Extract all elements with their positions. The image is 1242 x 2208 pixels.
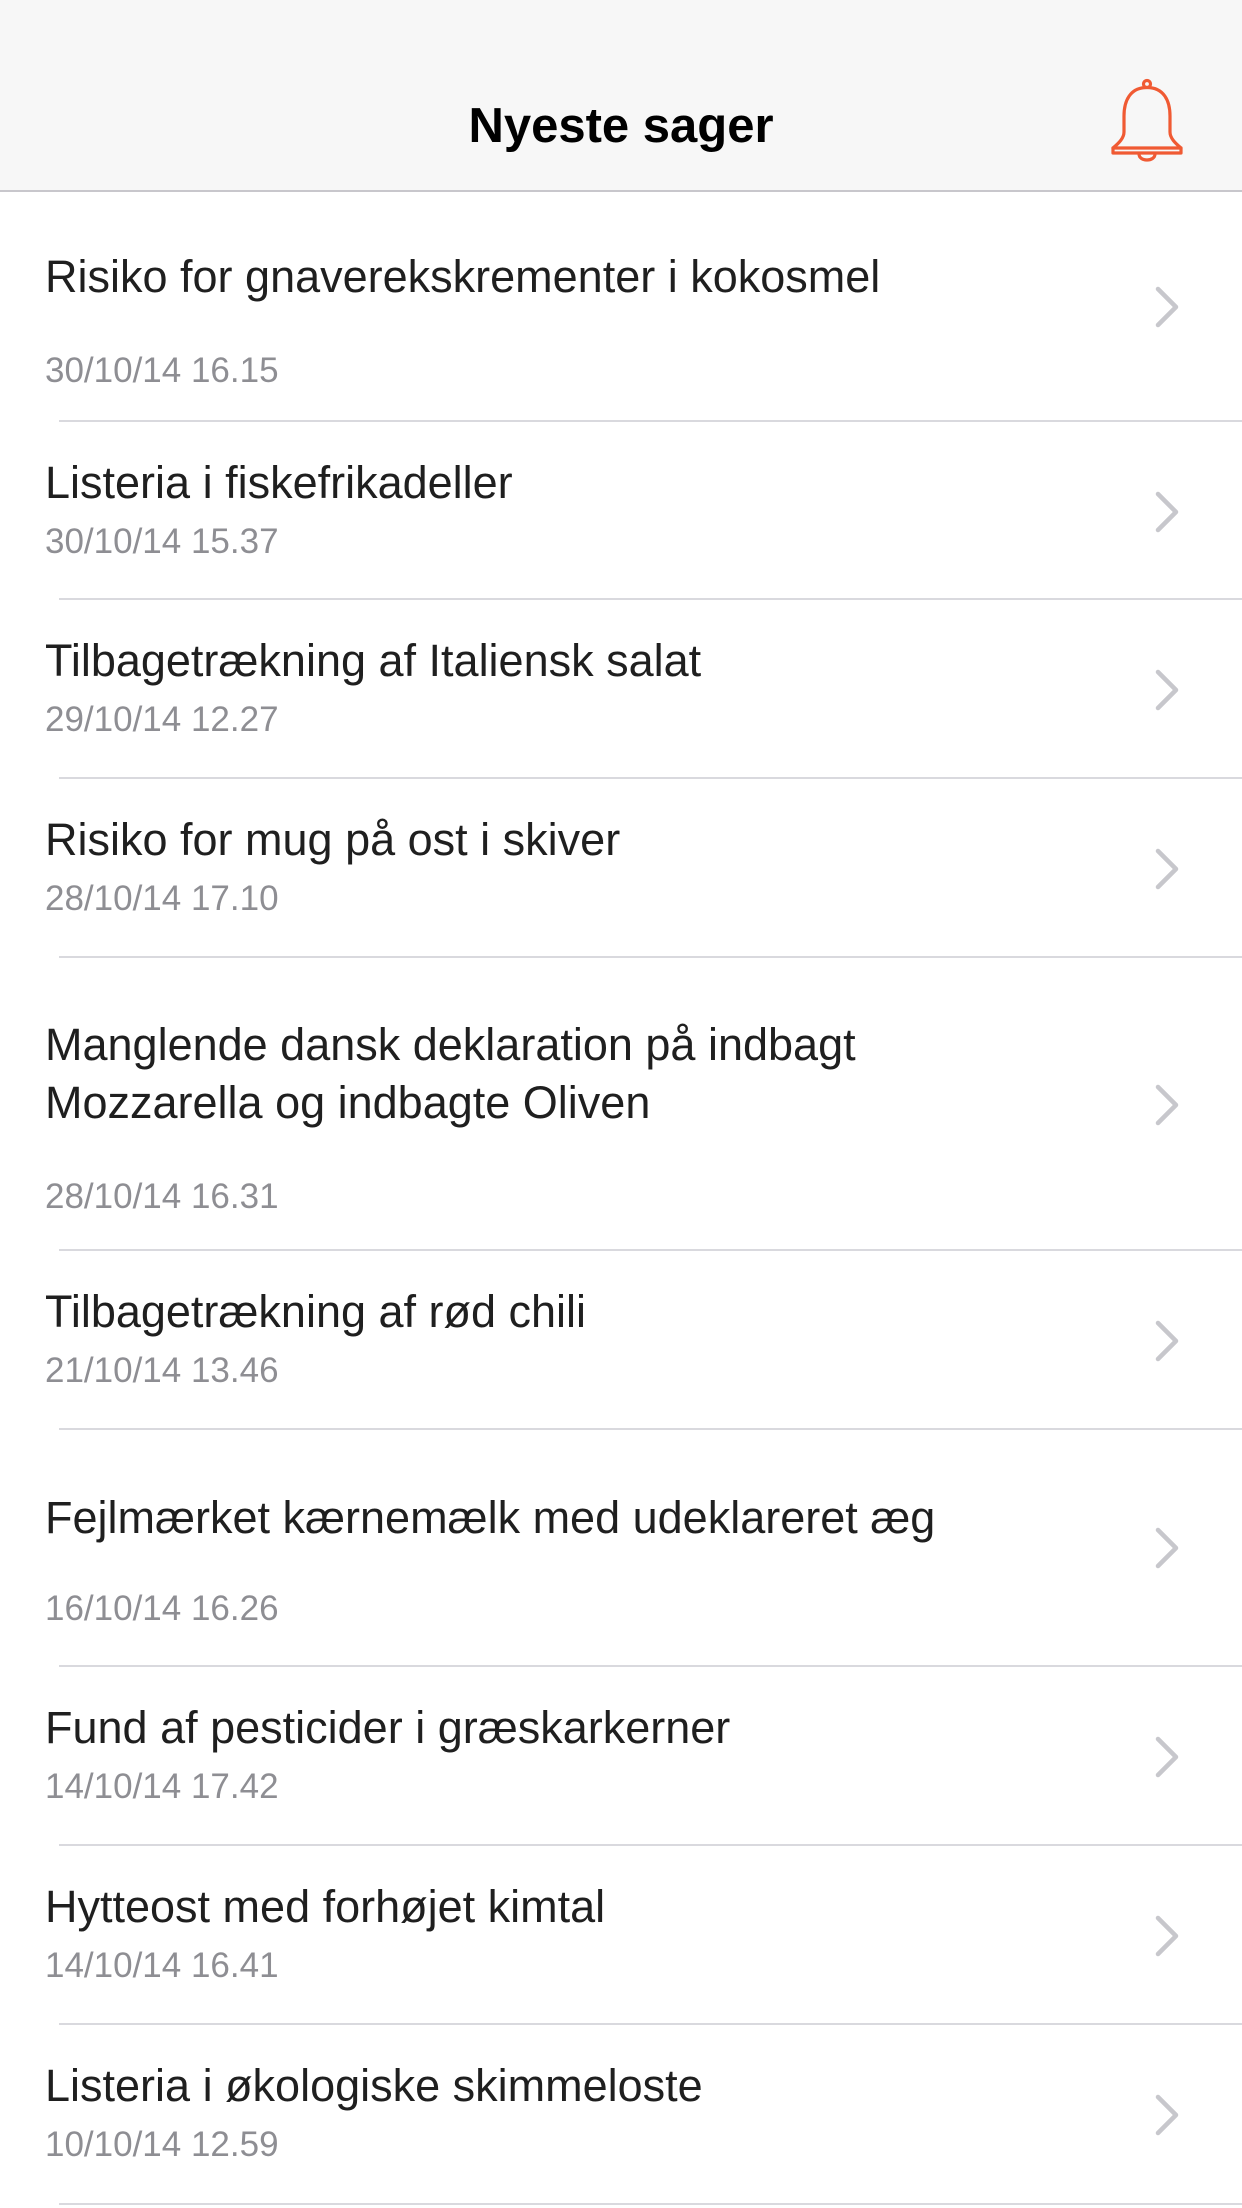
row-separator [59, 2203, 1242, 2205]
chevron-right-icon [1155, 2094, 1179, 2136]
list-item[interactable]: Manglende dansk deklaration på indbagt M… [0, 958, 1242, 1251]
case-date: 29/10/14 12.27 [45, 700, 279, 739]
chevron-right-icon [1155, 286, 1179, 328]
case-date: 10/10/14 12.59 [45, 2125, 279, 2164]
case-date: 16/10/14 16.26 [45, 1589, 279, 1628]
chevron-right-icon [1155, 1527, 1179, 1569]
case-date: 28/10/14 17.10 [45, 879, 279, 918]
chevron-right-icon [1155, 491, 1179, 533]
case-title: Risiko for gnaverekskrementer i kokosmel [45, 251, 881, 302]
list-item[interactable]: Tilbagetrækning af Italiensk salat 29/10… [0, 600, 1242, 779]
case-date: 14/10/14 17.42 [45, 1767, 279, 1806]
chevron-right-icon [1155, 1320, 1179, 1362]
case-title: Fund af pesticider i græskarkerner [45, 1702, 731, 1753]
case-title: Listeria i økologiske skimmeloste [45, 2060, 703, 2111]
case-date: 21/10/14 13.46 [45, 1351, 279, 1390]
case-title: Risiko for mug på ost i skiver [45, 814, 621, 865]
chevron-right-icon [1155, 1736, 1179, 1778]
case-date: 14/10/14 16.41 [45, 1946, 279, 1985]
chevron-right-icon [1155, 1084, 1179, 1126]
list-item[interactable]: Risiko for gnaverekskrementer i kokosmel… [0, 192, 1242, 422]
list-item[interactable]: Fejlmærket kærnemælk med udeklareret æg … [0, 1430, 1242, 1667]
notifications-button[interactable] [1100, 76, 1194, 170]
case-title: Manglende dansk deklaration på indbagt M… [45, 1019, 856, 1128]
list-item[interactable]: Risiko for mug på ost i skiver 28/10/14 … [0, 779, 1242, 958]
case-title: Tilbagetrækning af rød chili [45, 1286, 587, 1337]
navigation-bar: Nyeste sager [0, 0, 1242, 192]
list-item[interactable]: Hytteost med forhøjet kimtal 14/10/14 16… [0, 1846, 1242, 2025]
case-title: Tilbagetrækning af Italiensk salat [45, 635, 702, 686]
chevron-right-icon [1155, 848, 1179, 890]
case-title: Fejlmærket kærnemælk med udeklareret æg [45, 1492, 936, 1543]
list-item[interactable]: Tilbagetrækning af rød chili 21/10/14 13… [0, 1251, 1242, 1430]
list-item[interactable]: Fund af pesticider i græskarkerner 14/10… [0, 1667, 1242, 1846]
case-date: 30/10/14 16.15 [45, 351, 279, 390]
list-item[interactable]: Listeria i økologiske skimmeloste 10/10/… [0, 2025, 1242, 2205]
bell-icon [1111, 78, 1183, 162]
chevron-right-icon [1155, 669, 1179, 711]
case-date: 28/10/14 16.31 [45, 1177, 279, 1216]
case-title: Hytteost med forhøjet kimtal [45, 1881, 606, 1932]
case-title: Listeria i fiskefrikadeller [45, 457, 513, 508]
chevron-right-icon [1155, 1915, 1179, 1957]
page-title: Nyeste sager [468, 99, 774, 153]
list-item[interactable]: Listeria i fiskefrikadeller 30/10/14 15.… [0, 422, 1242, 600]
case-date: 30/10/14 15.37 [45, 522, 279, 561]
